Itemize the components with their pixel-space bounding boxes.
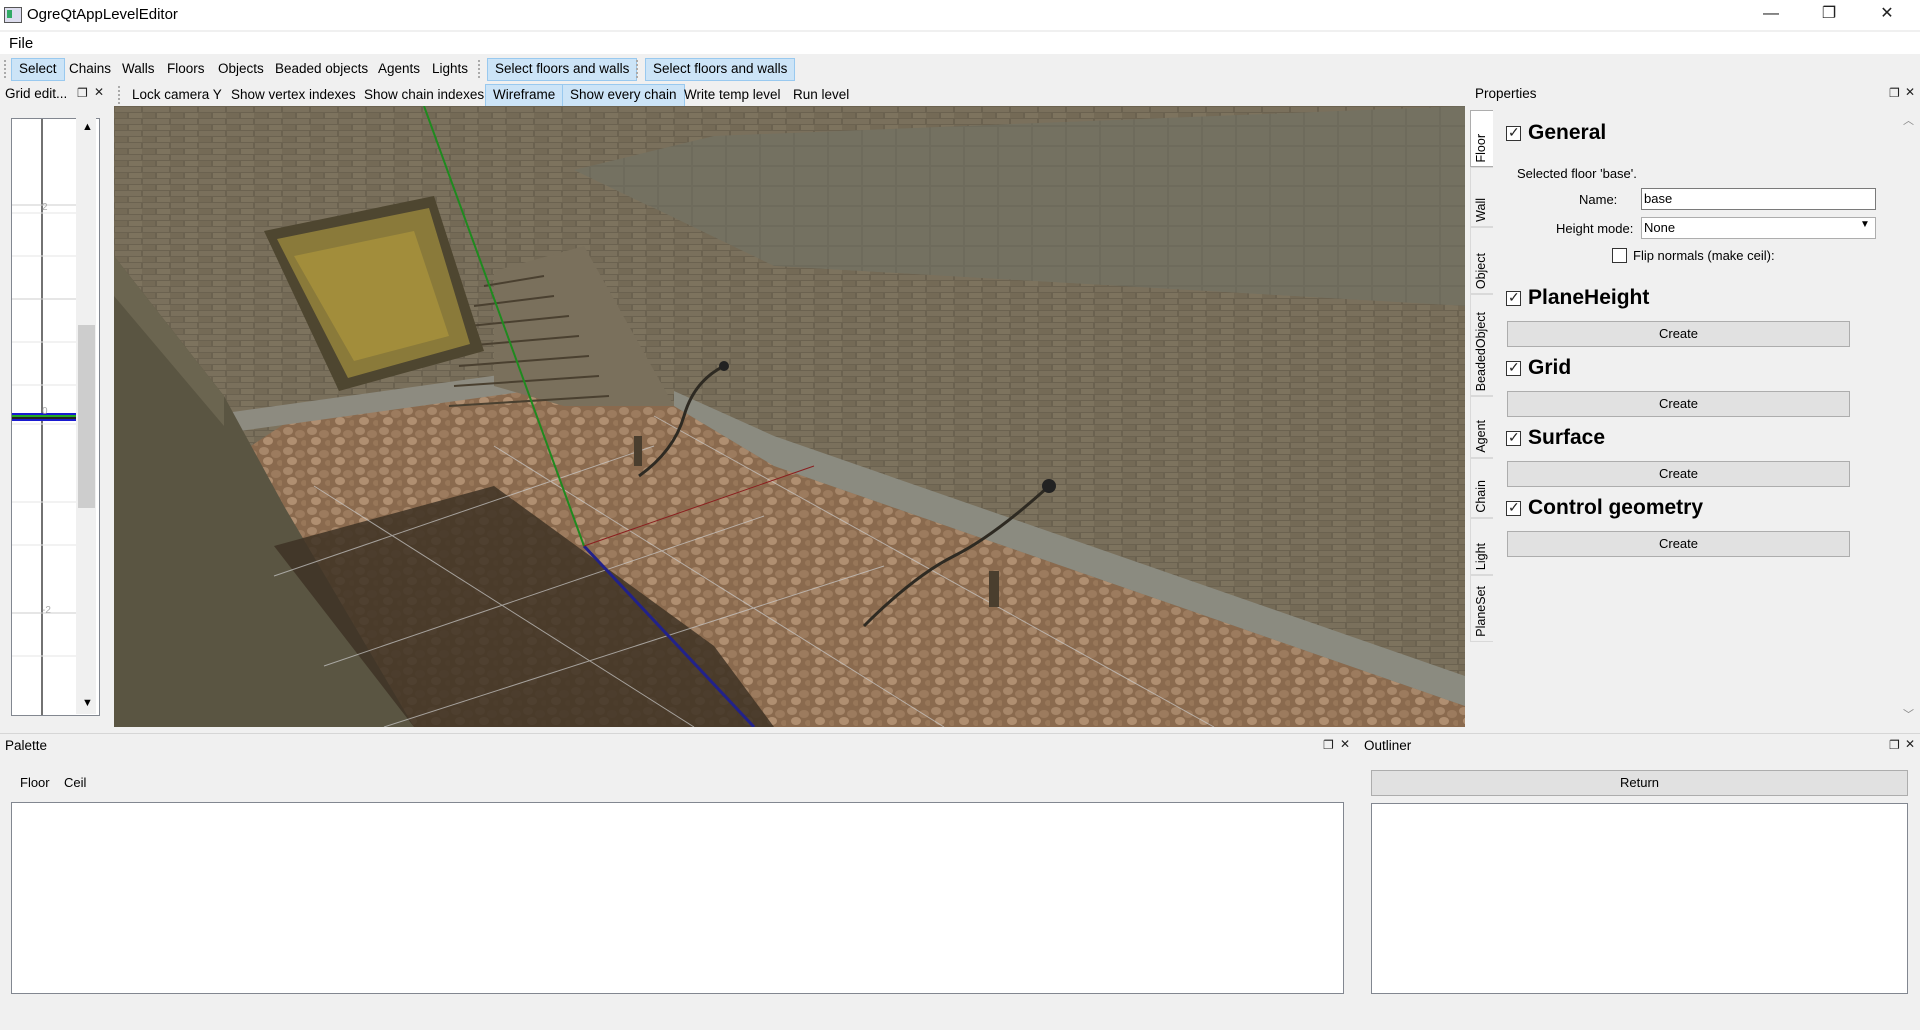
chevron-down-icon[interactable]: ▼	[1860, 219, 1870, 230]
scroll-up-icon[interactable]: ︿	[1903, 112, 1914, 128]
palette-tab-floor[interactable]: Floor	[20, 775, 50, 790]
write-temp-level-button[interactable]: Write temp level	[677, 84, 788, 105]
toolbar-grip[interactable]	[478, 60, 483, 78]
grid-section-title: Grid	[1528, 356, 1572, 379]
general-section-title: General	[1528, 121, 1607, 144]
restore-button[interactable]: ❐	[1800, 0, 1858, 30]
properties-title: Properties	[1475, 86, 1537, 101]
close-icon[interactable]: ✕	[1340, 737, 1350, 751]
create-surface-button[interactable]: Create	[1507, 461, 1850, 487]
control-geometry-section-title: Control geometry	[1528, 496, 1704, 519]
palette-list[interactable]	[11, 802, 1344, 994]
palette-title: Palette	[5, 738, 48, 753]
grid-tick-label: -2	[42, 605, 51, 616]
height-mode-value: None	[1644, 220, 1676, 235]
outliner-tree[interactable]	[1371, 803, 1908, 994]
planeheight-section-title: PlaneHeight	[1528, 286, 1650, 309]
menu-bar: File	[0, 32, 1920, 54]
create-grid-button[interactable]: Create	[1507, 391, 1850, 417]
height-mode-label: Height mode:	[1556, 221, 1634, 236]
close-icon[interactable]: ✕	[94, 85, 104, 99]
selected-floor-text: Selected floor 'base'.	[1517, 166, 1637, 181]
tab-light[interactable]: Light	[1470, 518, 1494, 575]
float-icon[interactable]: ❐	[1889, 86, 1900, 100]
grid-checkbox[interactable]	[1506, 359, 1521, 376]
select-floors-walls-button-2[interactable]: Select floors and walls	[645, 58, 796, 81]
scroll-down-icon[interactable]: ﹀	[1903, 706, 1914, 722]
close-window-button[interactable]: ✕	[1858, 0, 1916, 30]
tool-agents[interactable]: Agents	[371, 58, 427, 79]
name-field[interactable]: base	[1641, 188, 1876, 210]
lock-camera-y-button[interactable]: Lock camera Y	[125, 84, 229, 105]
divider	[0, 733, 1920, 734]
scroll-down-icon[interactable]: ▼	[82, 697, 93, 709]
show-vertex-indexes-button[interactable]: Show vertex indexes	[224, 84, 363, 105]
wireframe-button[interactable]: Wireframe	[485, 84, 564, 107]
control-geometry-checkbox[interactable]	[1506, 499, 1521, 516]
show-every-chain-button[interactable]: Show every chain	[562, 84, 685, 107]
toolbar-grip[interactable]	[118, 86, 123, 104]
properties-side-tabs: Floor Wall Object BeadedObject Agent Cha…	[1470, 110, 1494, 655]
tab-planeset[interactable]: PlaneSet	[1470, 575, 1494, 642]
flip-normals-checkbox[interactable]	[1612, 248, 1627, 263]
minimize-button[interactable]: —	[1742, 0, 1800, 30]
grid-editor-title: Grid edit...	[5, 86, 68, 101]
planeheight-checkbox[interactable]	[1506, 289, 1521, 306]
tool-beaded-objects[interactable]: Beaded objects	[268, 58, 375, 79]
menu-file[interactable]: File	[9, 35, 33, 52]
name-label: Name:	[1579, 192, 1618, 207]
float-icon[interactable]: ❐	[1323, 738, 1334, 752]
outliner-title: Outliner	[1364, 738, 1412, 753]
tool-select[interactable]: Select	[11, 58, 65, 81]
3d-viewport[interactable]	[114, 106, 1465, 727]
tool-chains[interactable]: Chains	[62, 58, 118, 79]
grid-tick-label: 0	[42, 406, 48, 417]
tab-agent[interactable]: Agent	[1470, 396, 1494, 458]
height-mode-select[interactable]: None	[1641, 217, 1876, 239]
palette-tab-ceil[interactable]: Ceil	[64, 775, 86, 790]
tab-beadedobject[interactable]: BeadedObject	[1470, 294, 1494, 396]
flip-normals-label: Flip normals (make ceil):	[1633, 248, 1775, 263]
create-planeheight-button[interactable]: Create	[1507, 321, 1850, 347]
general-checkbox[interactable]	[1506, 124, 1521, 141]
tab-wall[interactable]: Wall	[1470, 167, 1494, 227]
close-icon[interactable]: ✕	[1905, 737, 1915, 751]
close-icon[interactable]: ✕	[1905, 85, 1915, 99]
level-scene	[114, 106, 1465, 727]
surface-checkbox[interactable]	[1506, 429, 1521, 446]
toolbar-grip[interactable]	[4, 60, 9, 78]
tool-floors[interactable]: Floors	[160, 58, 212, 79]
tool-objects[interactable]: Objects	[211, 58, 271, 79]
select-floors-walls-button[interactable]: Select floors and walls	[487, 58, 638, 81]
title-bar: OgreQtAppLevelEditor — ❐ ✕	[0, 0, 1920, 30]
float-icon[interactable]: ❐	[77, 86, 88, 100]
tab-object[interactable]: Object	[1470, 227, 1494, 294]
float-icon[interactable]: ❐	[1889, 738, 1900, 752]
show-chain-indexes-button[interactable]: Show chain indexes	[357, 84, 491, 105]
scrollbar-thumb[interactable]	[78, 325, 95, 508]
grid-tick-label: 2	[42, 202, 48, 213]
tab-floor[interactable]: Floor	[1470, 110, 1493, 167]
app-icon	[4, 7, 22, 23]
scroll-up-icon[interactable]: ▲	[82, 121, 93, 133]
tool-lights[interactable]: Lights	[425, 58, 475, 79]
create-control-geometry-button[interactable]: Create	[1507, 531, 1850, 557]
run-level-button[interactable]: Run level	[786, 84, 856, 105]
surface-section-title: Surface	[1528, 426, 1606, 449]
tool-walls[interactable]: Walls	[115, 58, 162, 79]
return-button[interactable]: Return	[1371, 770, 1908, 796]
toolbar-grip[interactable]	[636, 60, 641, 78]
tab-chain[interactable]: Chain	[1470, 458, 1494, 518]
window-title: OgreQtAppLevelEditor	[27, 6, 178, 23]
